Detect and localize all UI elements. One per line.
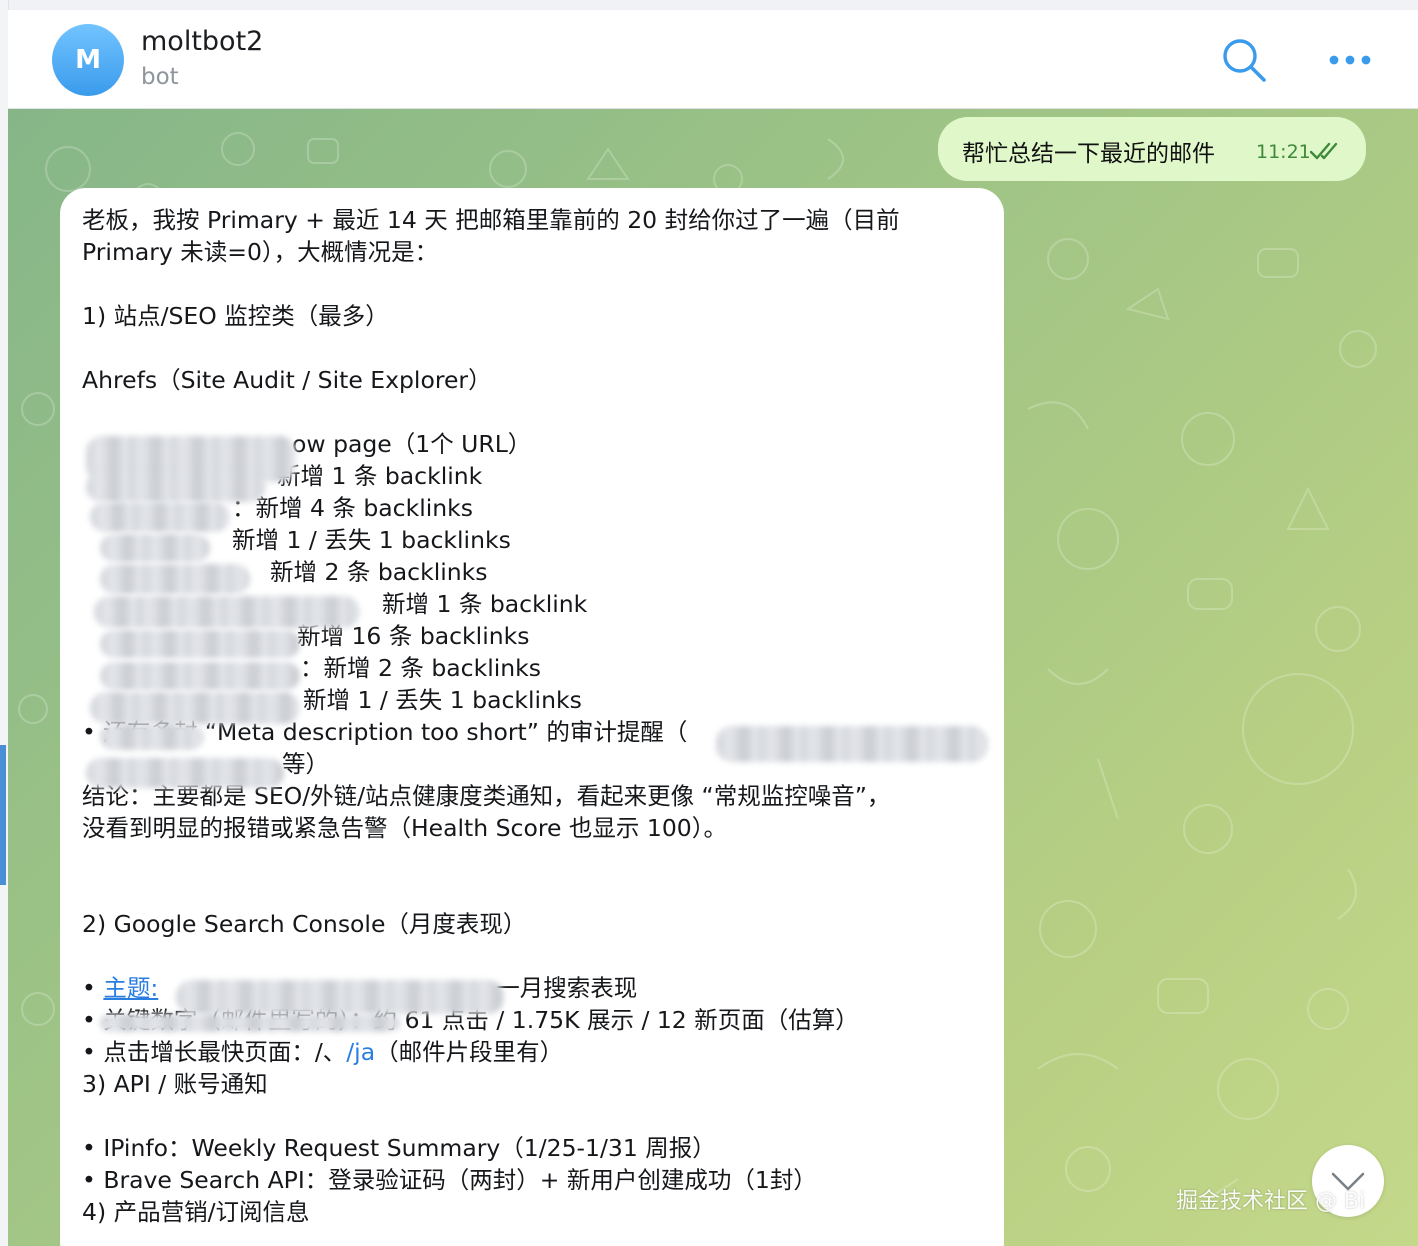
text-line: Ahrefs（Site Audit / Site Explorer）	[82, 366, 492, 394]
outgoing-message[interactable]: 帮忙总结一下最近的邮件 11:21	[938, 117, 1366, 181]
more-button[interactable]	[1326, 48, 1374, 72]
list-item: • IPinfo：Weekly Request Summary（1/25-1/3…	[82, 1134, 716, 1162]
list-item: • Brave Search API：登录验证码（两封）+ 新用户创建成功（1封…	[82, 1166, 817, 1194]
redaction-blur	[86, 472, 266, 502]
search-button[interactable]	[1220, 36, 1268, 84]
chat-area[interactable]: 帮忙总结一下最近的邮件 11:21 老板，我按 Primary + 最近 14 …	[8, 109, 1418, 1246]
more-dots-icon	[1329, 55, 1371, 65]
list-item: • 点击增长最快页面：/、/ja（邮件片段里有）	[82, 1038, 564, 1066]
text-line: 没看到明显的报错或紧急告警（Health Score 也显示 100）。	[82, 814, 727, 842]
redaction-blur	[90, 502, 230, 532]
chat-subtitle: bot	[141, 64, 179, 90]
section-heading: 3) API / 账号通知	[82, 1070, 268, 1098]
message-time: 11:21	[1256, 141, 1311, 163]
redaction-blur	[176, 980, 504, 1014]
sidebar-active-indicator	[0, 745, 6, 885]
redaction-blur	[86, 758, 284, 788]
watermark: 掘金技术社区 @ Bi	[1176, 1189, 1366, 1214]
redaction-blur	[100, 630, 300, 658]
avatar[interactable]: M	[52, 24, 124, 96]
double-check-icon	[1310, 142, 1338, 160]
outgoing-message-text: 帮忙总结一下最近的邮件	[962, 141, 1215, 167]
chat-title[interactable]: moltbot2	[141, 26, 263, 57]
section-heading: 4) 产品营销/订阅信息	[82, 1198, 310, 1226]
redaction-blur	[100, 564, 250, 594]
section-heading: 1) 站点/SEO 监控类（最多）	[82, 302, 389, 330]
redaction-blur	[90, 692, 300, 724]
chat-header: M moltbot2 bot	[8, 10, 1418, 109]
redaction-blur	[100, 724, 204, 750]
text-line: Primary 未读=0），大概情况是：	[82, 238, 439, 266]
incoming-message[interactable]: 老板，我按 Primary + 最近 14 天 把邮箱里靠前的 20 封给你过了…	[60, 188, 1004, 1246]
redaction-blur	[100, 534, 210, 562]
subject-link[interactable]: 主题:	[103, 974, 158, 1002]
text-line: 老板，我按 Primary + 最近 14 天 把邮箱里靠前的 20 封给你过了…	[82, 206, 900, 234]
redaction-blur	[100, 1014, 400, 1032]
section-heading: 2) Google Search Console（月度表现）	[82, 910, 527, 938]
redaction-blur	[716, 726, 988, 762]
redaction-blur	[94, 596, 360, 628]
ja-link[interactable]: /ja	[346, 1038, 375, 1066]
redaction-blur	[100, 662, 300, 690]
search-icon	[1223, 39, 1266, 82]
